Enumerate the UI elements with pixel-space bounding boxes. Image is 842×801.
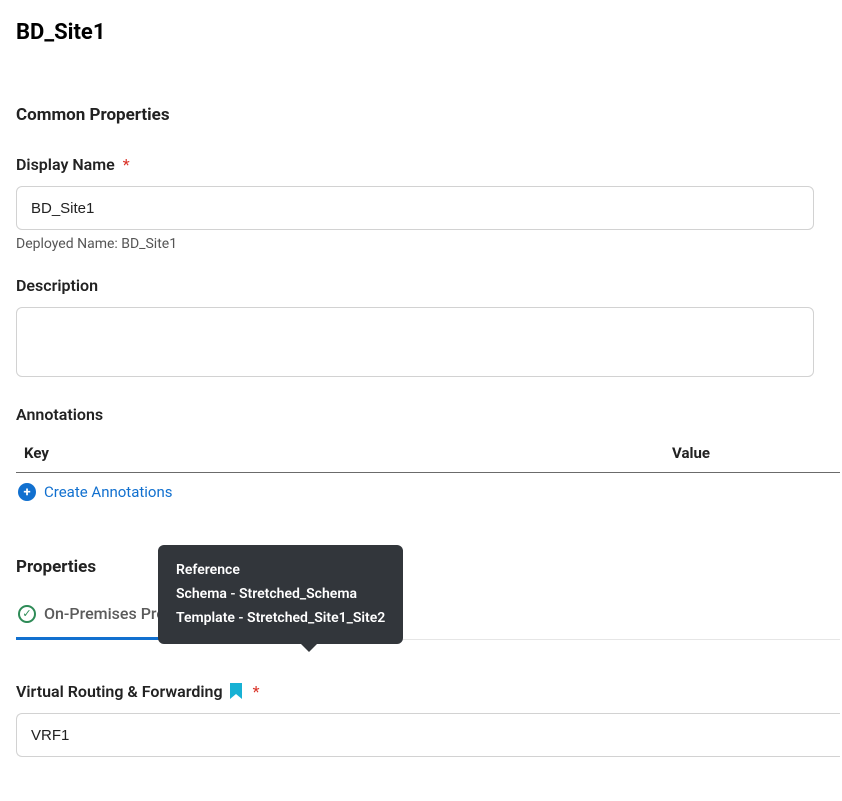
bookmark-icon: [229, 683, 243, 700]
required-indicator: *: [253, 682, 260, 701]
display-name-field: Display Name * Deployed Name: BD_Site1: [16, 155, 826, 252]
annotations-value-header: Value: [672, 444, 832, 462]
display-name-input[interactable]: [16, 186, 814, 230]
annotations-key-header: Key: [24, 444, 672, 462]
deployed-name-helper: Deployed Name: BD_Site1: [16, 236, 826, 252]
description-field: Description: [16, 276, 826, 381]
plus-circle-icon: +: [18, 483, 36, 501]
annotations-label: Annotations: [16, 405, 826, 424]
page-title: BD_Site1: [16, 20, 826, 45]
vrf-field: Virtual Routing & Forwarding *: [16, 682, 826, 757]
annotations-table-header: Key Value: [16, 434, 840, 473]
description-input[interactable]: [16, 307, 814, 377]
reference-tooltip: Reference Schema - Stretched_Schema Temp…: [158, 545, 403, 644]
required-indicator: *: [123, 155, 130, 174]
properties-heading: Properties: [16, 557, 826, 577]
vrf-label: Virtual Routing & Forwarding: [16, 682, 223, 701]
display-name-label: Display Name: [16, 155, 115, 174]
vrf-select[interactable]: [16, 713, 840, 757]
tooltip-line3: Template - Stretched_Site1_Site2: [176, 607, 385, 631]
create-annotations-link[interactable]: Create Annotations: [44, 483, 173, 501]
common-properties-heading: Common Properties: [16, 105, 826, 125]
check-circle-icon: ✓: [18, 605, 36, 623]
create-annotations-row[interactable]: + Create Annotations: [16, 473, 826, 511]
annotations-field: Annotations Key Value + Create Annotatio…: [16, 405, 826, 511]
tooltip-line1: Reference: [176, 559, 385, 583]
tooltip-line2: Schema - Stretched_Schema: [176, 583, 385, 607]
properties-tabs: ✓ On-Premises Properties Reference Schem…: [16, 603, 840, 640]
description-label: Description: [16, 276, 98, 295]
